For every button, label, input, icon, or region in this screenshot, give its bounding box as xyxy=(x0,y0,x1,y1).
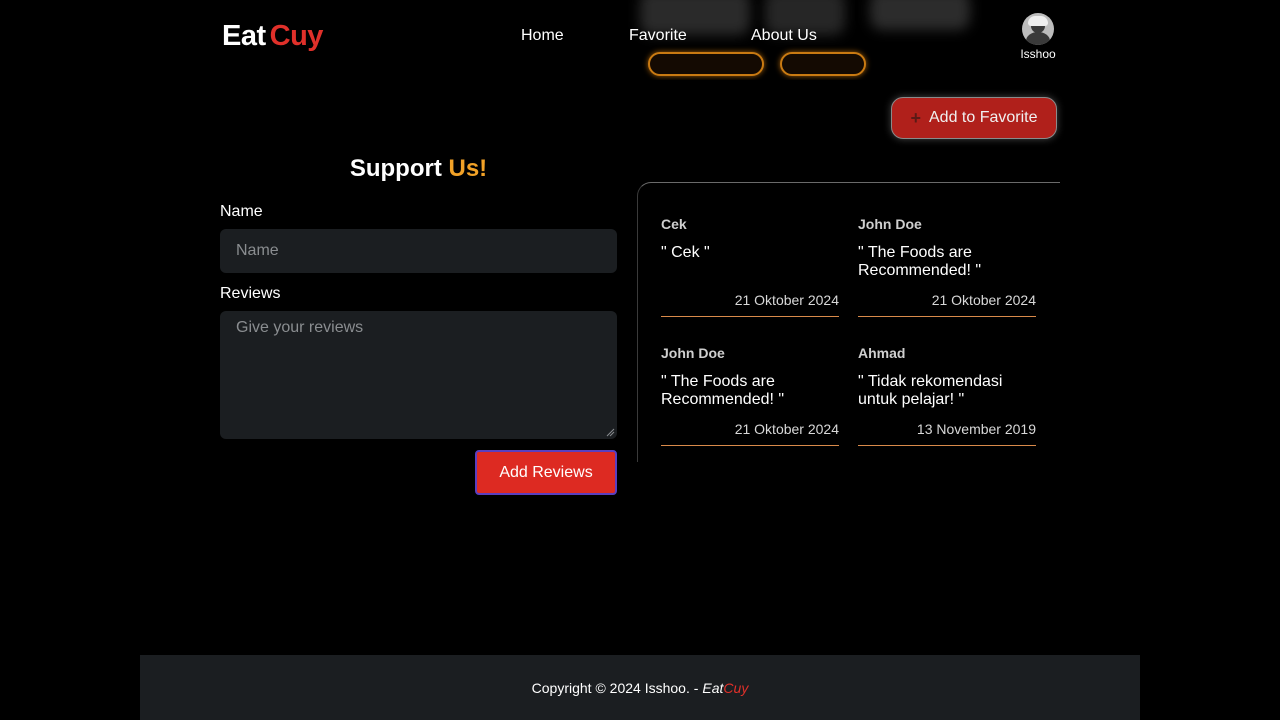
review-text: " The Foods are Recommended! " xyxy=(661,373,785,408)
footer-copyright: Copyright © 2024 Isshoo. - xyxy=(531,679,699,696)
reviews-textarea[interactable] xyxy=(220,311,617,439)
review-text: " The Foods are Recommended! " xyxy=(858,244,982,279)
name-label: Name xyxy=(220,203,263,220)
review-card: Cek " Cek " 21 Oktober 2024 xyxy=(661,216,839,317)
support-title: Support Us! xyxy=(220,155,617,183)
review-card: John Doe " The Foods are Recommended! " … xyxy=(661,345,839,446)
review-date: 13 November 2019 xyxy=(916,421,1036,437)
name-input[interactable] xyxy=(220,229,617,273)
review-author: John Doe xyxy=(661,345,725,361)
review-card: Ahmad " Tidak rekomendasi untuk pelajar!… xyxy=(858,345,1036,446)
add-to-favorite-label: Add to Favorite xyxy=(929,109,1038,126)
logo-text-accent: Cuy xyxy=(269,20,324,52)
review-date: 21 Oktober 2024 xyxy=(734,421,839,437)
nav-link-favorite[interactable]: Favorite xyxy=(629,27,687,45)
logo-text-primary: Eat xyxy=(222,20,266,52)
review-date: 21 Oktober 2024 xyxy=(734,292,839,308)
review-author: Cek xyxy=(661,216,687,232)
footer-brand-accent: Cuy xyxy=(723,679,749,696)
resize-handle-icon[interactable] xyxy=(606,428,615,437)
support-title-accent: Us! xyxy=(448,155,488,182)
footer-brand: EatCuy xyxy=(702,680,748,696)
reviews-label: Reviews xyxy=(220,285,281,302)
review-date: 21 Oktober 2024 xyxy=(931,292,1036,308)
user-name: Isshoo xyxy=(1020,47,1056,61)
add-to-favorite-button[interactable]: + Add to Favorite xyxy=(891,97,1057,139)
footer-brand-primary: Eat xyxy=(702,679,724,696)
review-author: John Doe xyxy=(858,216,922,232)
plus-icon: + xyxy=(910,108,921,128)
review-text: " Tidak rekomendasi untuk pelajar! " xyxy=(858,373,1003,408)
nav-link-home[interactable]: Home xyxy=(521,27,564,45)
review-card: John Doe " The Foods are Recommended! " … xyxy=(858,216,1036,317)
review-text: " Cek " xyxy=(661,244,710,261)
nav-link-about-us[interactable]: About Us xyxy=(751,27,817,45)
footer: Copyright © 2024 Isshoo. - EatCuy xyxy=(140,655,1140,720)
user-avatar-icon xyxy=(1022,13,1054,45)
review-author: Ahmad xyxy=(858,345,906,361)
user-profile[interactable]: Isshoo xyxy=(1016,13,1060,61)
site-logo[interactable]: Eat Cuy xyxy=(222,20,323,53)
add-reviews-button[interactable]: Add Reviews xyxy=(475,450,617,495)
support-title-primary: Support xyxy=(349,155,442,182)
top-navbar: Eat Cuy Home Favorite About Us Isshoo xyxy=(0,0,1280,74)
